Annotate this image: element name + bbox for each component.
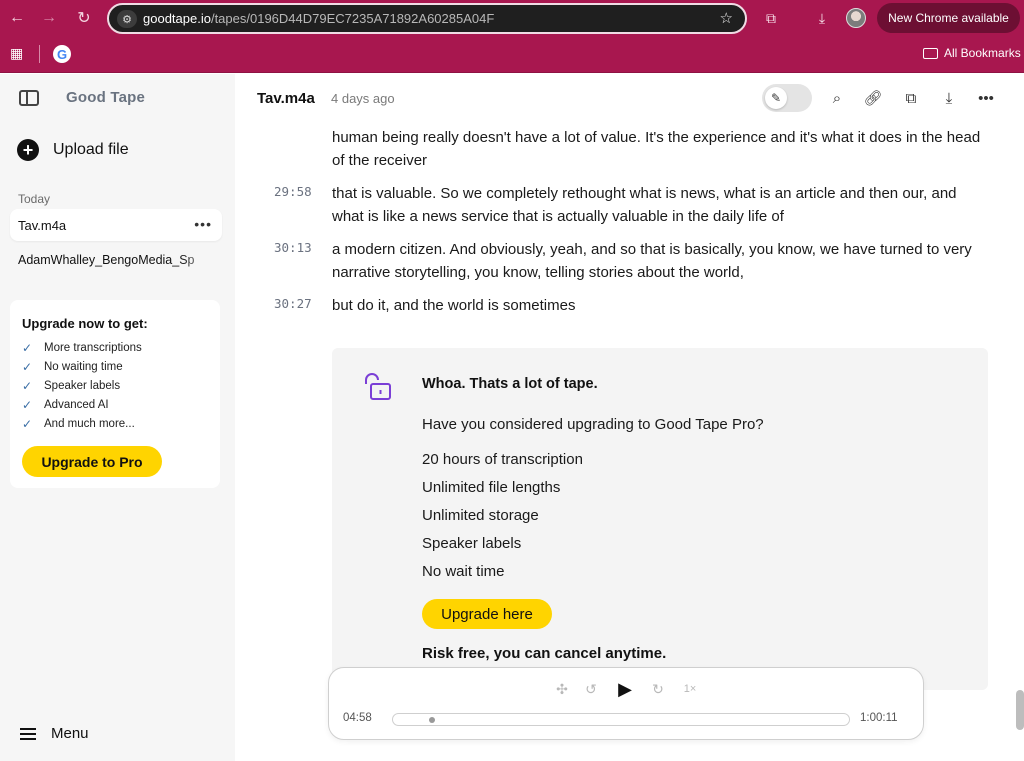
upgrade-here-button[interactable]: Upgrade here: [422, 599, 552, 629]
benefit-item: ✓ No waiting time: [22, 359, 123, 374]
browser-toolbar: ← → ↻ ⚙ goodtape.io/tapes/0196D44D79EC72…: [0, 0, 1024, 36]
file-name: Tav.m4a: [18, 217, 67, 233]
tape-header: Tav.m4a 4 days ago ✎ ⌕ 🔗︎ ⧉ ⤓ •••: [235, 74, 1024, 122]
search-icon[interactable]: ⌕: [827, 88, 847, 108]
downloads-icon[interactable]: ⤓: [811, 7, 833, 29]
paywall-footnote: Risk free, you can cancel anytime.: [422, 645, 667, 662]
upgrade-to-pro-button[interactable]: Upgrade to Pro: [22, 446, 162, 477]
profile-avatar[interactable]: [846, 8, 866, 28]
pro-feature-item: Unlimited file lengths: [422, 479, 561, 496]
benefit-item: ✓ Advanced AI: [22, 397, 109, 412]
audio-player: ✣ ↺ ▶ ↻ 1× 04:58 1:00:11: [328, 667, 924, 740]
checkmark-icon: ✓: [22, 378, 33, 393]
segment-text: that is valuable. So we completely retho…: [332, 185, 957, 225]
edit-mode-toggle[interactable]: ✎: [762, 84, 812, 112]
menu-button[interactable]: Menu: [20, 725, 89, 742]
url-text: goodtape.io/tapes/0196D44D79EC7235A71892…: [143, 11, 495, 26]
segment-text: a modern citizen. And obviously, yeah, a…: [332, 241, 972, 281]
site-info-icon[interactable]: ⚙: [117, 10, 137, 28]
rewind-icon[interactable]: ↺: [581, 678, 601, 700]
hamburger-icon: [20, 727, 36, 740]
segment-text: but do it, and the world is sometimes: [332, 297, 576, 314]
apps-grid-icon[interactable]: ▦: [10, 46, 24, 60]
benefit-list: ✓ More transcriptions ✓ No waiting time ✓ S…: [22, 338, 142, 433]
folder-icon: [923, 47, 938, 59]
tape-filename[interactable]: Tav.m4a: [257, 90, 315, 107]
pro-feature-item: Unlimited storage: [422, 507, 539, 524]
menu-label: Menu: [51, 725, 89, 742]
plus-icon: +: [17, 139, 39, 161]
segment-timestamp[interactable]: 29:58: [274, 184, 312, 199]
benefit-item: ✓ Speaker labels: [22, 378, 121, 393]
pro-feature-item: Speaker labels: [422, 535, 522, 552]
reload-icon[interactable]: ↻: [72, 6, 96, 30]
benefit-item: ✓ And much more...: [22, 416, 135, 431]
link-icon[interactable]: 🔗︎: [863, 88, 883, 108]
update-chrome-button[interactable]: New Chrome available: [877, 3, 1020, 33]
copy-icon[interactable]: ⧉: [901, 88, 921, 108]
file-name: AdamWhalley_BengoMedia_Sp: [18, 253, 195, 267]
playhead[interactable]: [429, 717, 435, 723]
segment-text: human being really doesn't have a lot of…: [332, 129, 981, 169]
download-icon[interactable]: ⤓: [939, 88, 959, 108]
unlock-icon: [365, 373, 391, 400]
upgrade-card-title: Upgrade now to get:: [22, 316, 148, 331]
bookmarks-bar: ▦ G All Bookmarks: [0, 36, 1024, 73]
sidebar-toggle-icon[interactable]: [19, 90, 39, 106]
pro-feature-item: 20 hours of transcription: [422, 451, 583, 468]
forward-arrow-icon[interactable]: →: [37, 6, 61, 30]
edit-icon: ✎: [765, 87, 787, 109]
scrollbar[interactable]: [1016, 690, 1024, 730]
all-bookmarks-label: All Bookmarks: [944, 46, 1021, 60]
paywall-question: Have you considered upgrading to Good Ta…: [422, 416, 764, 433]
checkmark-icon: ✓: [22, 340, 33, 355]
address-bar[interactable]: ⚙ goodtape.io/tapes/0196D44D79EC7235A718…: [107, 3, 747, 34]
section-label-today: Today: [18, 192, 51, 206]
speaker-icon[interactable]: ✣: [552, 678, 572, 700]
checkmark-icon: ✓: [22, 416, 33, 431]
segment-timestamp[interactable]: 30:27: [274, 296, 312, 311]
segment-timestamp[interactable]: 30:13: [274, 240, 312, 255]
pro-feature-item: No wait time: [422, 563, 505, 580]
upgrade-paywall: Whoa. Thats a lot of tape. Have you cons…: [332, 348, 988, 690]
play-icon[interactable]: ▶: [615, 678, 635, 700]
bookmarks-divider: [39, 45, 40, 63]
progress-track[interactable]: [392, 713, 850, 726]
extensions-icon[interactable]: ⧉: [760, 7, 782, 29]
current-time: 04:58: [343, 712, 372, 724]
pro-feature-list: 20 hours of transcription Unlimited file…: [422, 451, 583, 591]
more-icon[interactable]: •••: [976, 88, 996, 108]
fast-forward-icon[interactable]: ↻: [648, 678, 668, 700]
app-logo[interactable]: Good Tape: [66, 89, 145, 106]
checkmark-icon: ✓: [22, 359, 33, 374]
upload-file-button[interactable]: + Upload file: [17, 139, 129, 161]
benefit-item: ✓ More transcriptions: [22, 340, 142, 355]
bookmark-star-icon[interactable]: ☆: [720, 9, 733, 27]
more-options-icon[interactable]: •••: [194, 216, 212, 232]
paywall-title: Whoa. Thats a lot of tape.: [422, 376, 598, 392]
playback-speed-button[interactable]: 1×: [679, 678, 701, 700]
upgrade-card: Upgrade now to get: ✓ More transcriptions…: [10, 300, 220, 488]
google-bookmark-icon[interactable]: G: [53, 45, 71, 63]
upload-timestamp: 4 days ago: [331, 91, 395, 106]
upload-file-label: Upload file: [53, 141, 129, 158]
back-arrow-icon[interactable]: ←: [5, 6, 29, 30]
total-duration: 1:00:11: [860, 712, 898, 724]
file-list-item[interactable]: Tav.m4a •••: [10, 209, 222, 241]
sidebar: Good Tape + Upload file Today Tav.m4a ••…: [0, 74, 235, 761]
all-bookmarks-button[interactable]: All Bookmarks: [923, 46, 1021, 60]
checkmark-icon: ✓: [22, 397, 33, 412]
file-list-item[interactable]: AdamWhalley_BengoMedia_Sp: [10, 244, 222, 276]
